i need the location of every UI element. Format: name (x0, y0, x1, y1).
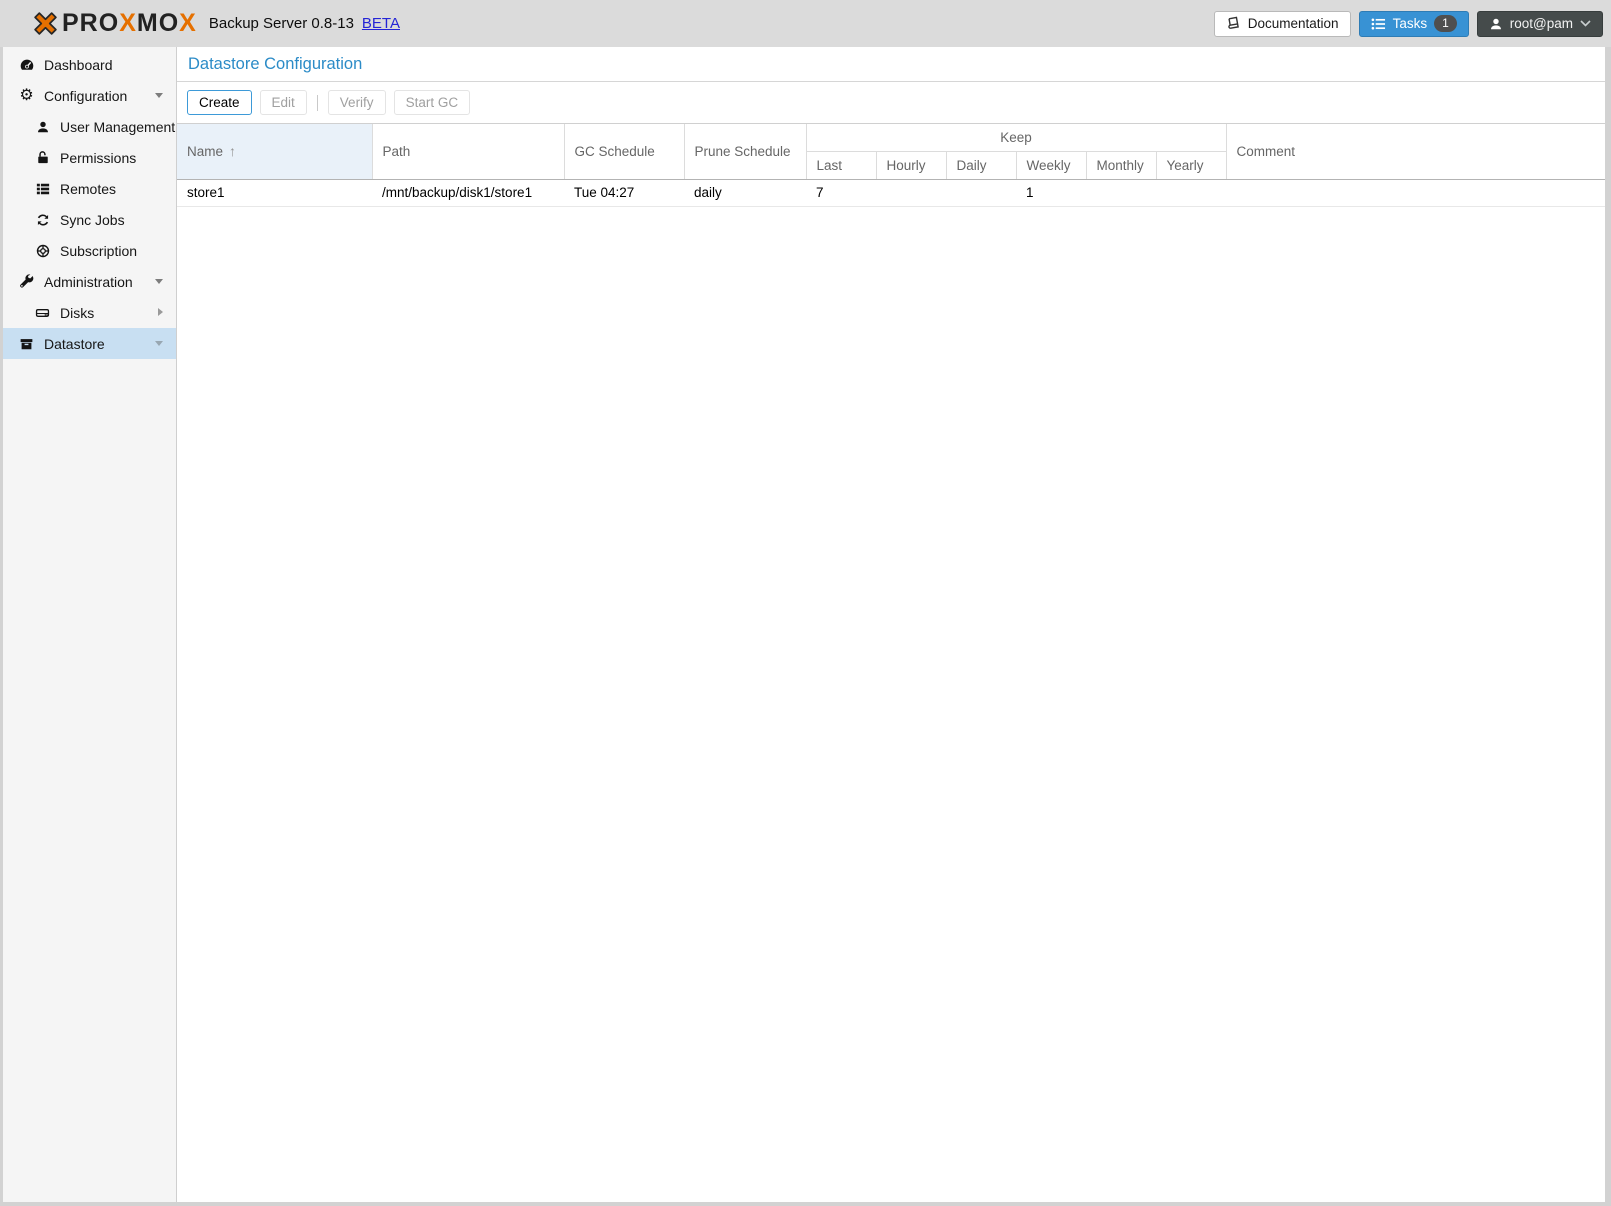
create-button[interactable]: Create (187, 90, 252, 115)
sidebar-item-label: Datastore (44, 336, 105, 352)
sidebar-nav: Dashboard ⚙ Configuration User Managemen… (3, 47, 177, 1202)
cell-keep-weekly: 1 (1016, 179, 1086, 206)
list-icon (34, 182, 51, 196)
sidebar-item-user-management[interactable]: User Management (3, 111, 176, 142)
app-title: Backup Server 0.8-13 (209, 15, 354, 32)
archive-icon (18, 337, 35, 351)
sidebar-item-label: Configuration (44, 88, 127, 104)
cell-keep-hourly (876, 179, 946, 206)
cell-keep-yearly (1156, 179, 1226, 206)
column-header-keep-daily[interactable]: Daily (946, 151, 1016, 179)
collapse-arrow-icon[interactable] (155, 93, 163, 98)
proxmox-x-icon (33, 11, 58, 36)
toolbar-separator (317, 95, 318, 111)
column-header-prune-schedule[interactable]: Prune Schedule (684, 124, 806, 179)
task-list-icon (1371, 17, 1386, 31)
page-title: Datastore Configuration (177, 47, 1605, 82)
column-header-keep-weekly[interactable]: Weekly (1016, 151, 1086, 179)
unlock-icon (34, 150, 51, 165)
cell-prune-schedule: daily (684, 179, 806, 206)
dashboard-icon (18, 57, 35, 73)
start-gc-button[interactable]: Start GC (394, 90, 471, 115)
collapse-arrow-icon[interactable] (155, 341, 163, 346)
sidebar-item-configuration[interactable]: ⚙ Configuration (3, 80, 176, 111)
column-header-path[interactable]: Path (372, 124, 564, 179)
cell-path: /mnt/backup/disk1/store1 (372, 179, 564, 206)
collapse-arrow-icon[interactable] (155, 279, 163, 284)
cell-comment (1226, 179, 1605, 206)
sync-icon (34, 213, 51, 227)
sidebar-item-sync-jobs[interactable]: Sync Jobs (3, 204, 176, 235)
chevron-down-icon (1580, 20, 1591, 27)
sidebar-item-remotes[interactable]: Remotes (3, 173, 176, 204)
book-icon (1226, 16, 1241, 31)
expand-arrow-icon[interactable] (158, 308, 163, 316)
top-bar: PROXMOX Backup Server 0.8-13 BETA Docume… (0, 0, 1611, 47)
cell-name: store1 (177, 179, 372, 206)
user-menu-button[interactable]: root@pam (1477, 11, 1603, 37)
sidebar-item-label: Permissions (60, 150, 136, 166)
column-header-keep-yearly[interactable]: Yearly (1156, 151, 1226, 179)
cell-keep-monthly (1086, 179, 1156, 206)
sort-ascending-icon: ↑ (229, 143, 236, 159)
cell-gc-schedule: Tue 04:27 (564, 179, 684, 206)
proxmox-logo: PROXMOX (33, 11, 197, 36)
tasks-button[interactable]: Tasks 1 (1359, 11, 1469, 37)
user-icon (1489, 17, 1503, 31)
sidebar-item-label: Remotes (60, 181, 116, 197)
cell-keep-daily (946, 179, 1016, 206)
sidebar-item-label: Dashboard (44, 57, 113, 73)
column-header-keep-hourly[interactable]: Hourly (876, 151, 946, 179)
cell-keep-last: 7 (806, 179, 876, 206)
sidebar-item-label: Disks (60, 305, 94, 321)
edit-button[interactable]: Edit (260, 90, 307, 115)
column-header-keep-monthly[interactable]: Monthly (1086, 151, 1156, 179)
wrench-icon (18, 274, 35, 289)
sidebar-item-subscription[interactable]: Subscription (3, 235, 176, 266)
datastore-grid: Name↑ Path GC Schedule Prune Schedule Ke… (177, 123, 1605, 1202)
sidebar-item-permissions[interactable]: Permissions (3, 142, 176, 173)
hdd-icon (34, 306, 51, 320)
verify-button[interactable]: Verify (328, 90, 386, 115)
column-header-gc-schedule[interactable]: GC Schedule (564, 124, 684, 179)
gears-icon: ⚙ (18, 88, 35, 104)
life-ring-icon (34, 244, 51, 258)
column-group-keep: Keep (806, 124, 1226, 151)
column-header-keep-last[interactable]: Last (806, 151, 876, 179)
user-icon (34, 120, 51, 134)
sidebar-item-administration[interactable]: Administration (3, 266, 176, 297)
column-header-name[interactable]: Name↑ (177, 124, 372, 179)
main-panel: Datastore Configuration Create Edit Veri… (177, 47, 1605, 1202)
column-header-comment[interactable]: Comment (1226, 124, 1605, 179)
table-row[interactable]: store1 /mnt/backup/disk1/store1 Tue 04:2… (177, 179, 1605, 206)
sidebar-item-dashboard[interactable]: Dashboard (3, 49, 176, 80)
toolbar: Create Edit Verify Start GC (177, 82, 1605, 123)
tasks-count-badge: 1 (1434, 15, 1457, 32)
proxmox-wordmark: PROXMOX (62, 11, 197, 36)
sidebar-item-datastore[interactable]: Datastore (3, 328, 176, 359)
sidebar-item-label: User Management (60, 119, 175, 135)
beta-link[interactable]: BETA (362, 15, 400, 32)
sidebar-item-disks[interactable]: Disks (3, 297, 176, 328)
documentation-button[interactable]: Documentation (1214, 11, 1351, 37)
sidebar-item-label: Sync Jobs (60, 212, 125, 228)
sidebar-item-label: Subscription (60, 243, 137, 259)
sidebar-item-label: Administration (44, 274, 133, 290)
